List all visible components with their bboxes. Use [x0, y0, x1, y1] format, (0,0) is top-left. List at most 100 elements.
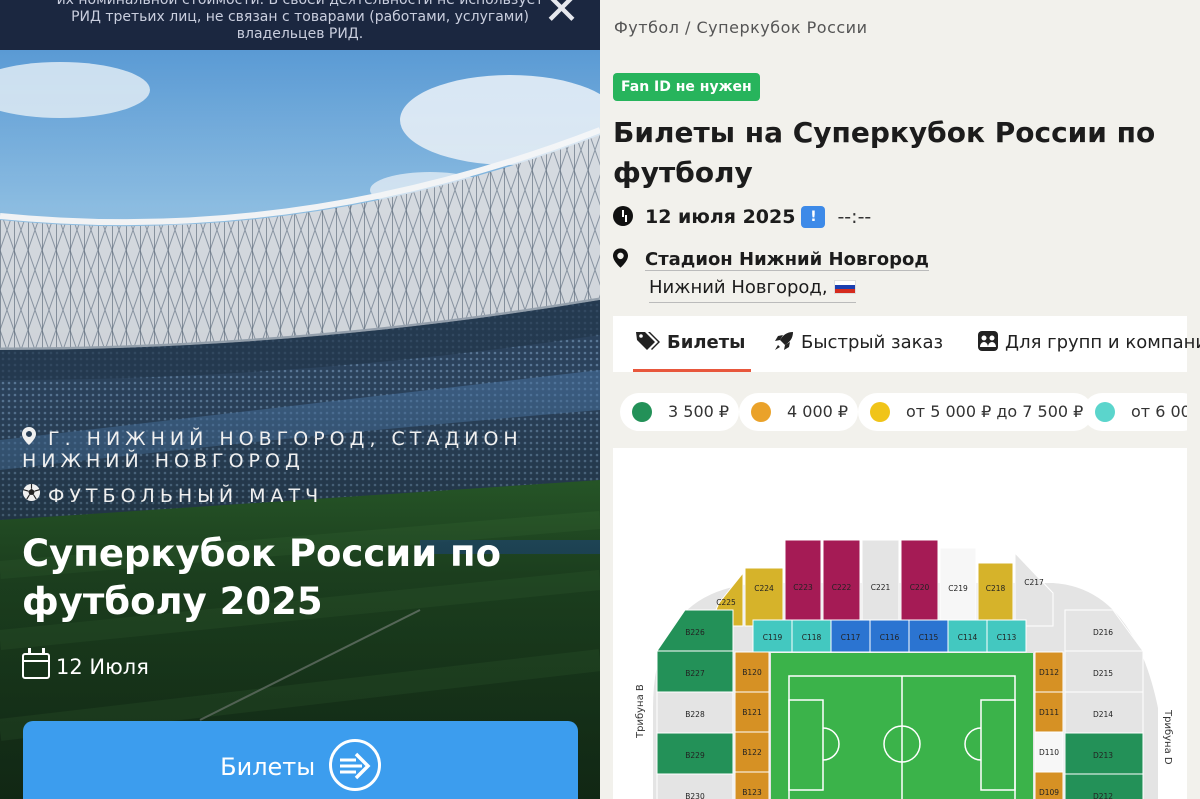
price-color-dot	[751, 402, 771, 422]
sector-d111[interactable]: D111	[1034, 691, 1064, 733]
photo-overlay	[0, 50, 600, 799]
sector-b227[interactable]: B227	[656, 650, 734, 693]
sector-c218-shape[interactable]	[977, 562, 1014, 627]
sector-c222[interactable]: C222	[822, 539, 861, 627]
breadcrumb[interactable]: Футбол / Суперкубок России	[614, 18, 867, 37]
notice-line: РИД третьих лиц, не связан с товарами (р…	[71, 9, 529, 25]
price-chip[interactable]: 4 000 ₽	[739, 393, 859, 431]
city-name: Нижний Новгород,	[649, 277, 828, 298]
sector-d112[interactable]: D112	[1034, 651, 1064, 693]
sector-d212-label: D212	[1093, 792, 1113, 799]
buy-tickets-button[interactable]: Билеты	[23, 721, 578, 799]
sector-b229-label: B229	[685, 751, 705, 760]
sector-b227-label: B227	[685, 669, 705, 678]
price-label: 3 500 ₽	[668, 402, 730, 421]
sector-d111-label: D111	[1039, 708, 1059, 717]
notice-line: владельцев РИД.	[236, 26, 364, 42]
close-icon[interactable]: ✕	[543, 0, 580, 32]
sector-c221[interactable]: C221	[861, 539, 900, 627]
sector-d213[interactable]: D213	[1064, 732, 1144, 775]
seat-map-canvas[interactable]: C225 C224 C223 C222 C221 C220 C219 C218 C217 C119…	[613, 448, 1187, 799]
tab-groups[interactable]: Для групп и компаний	[977, 316, 1200, 372]
tab-groups-label: Для групп и компаний	[1005, 332, 1200, 353]
sector-c224[interactable]: C224	[744, 567, 784, 627]
tab-quick-order[interactable]: Быстрый заказ	[773, 316, 943, 372]
sector-b226[interactable]: B226	[656, 609, 734, 652]
event-date-text: 12 июля 2025	[645, 206, 796, 228]
sector-c217-shape[interactable]	[1014, 551, 1054, 627]
sector-b228[interactable]: B228	[656, 691, 734, 734]
calendar-icon	[22, 648, 50, 679]
price-color-dot	[870, 402, 890, 422]
sector-c114-label: C114	[958, 633, 978, 642]
price-color-dot	[1095, 402, 1115, 422]
sector-c114[interactable]: C114	[947, 619, 988, 653]
sector-c119[interactable]: C119	[752, 619, 793, 653]
stadium-seat-map[interactable]: C225 C224 C223 C222 C221 C220 C219 C218 C217 C119…	[613, 448, 1187, 799]
sector-b230[interactable]: B230	[656, 773, 734, 799]
price-chip[interactable]: от 5 000 ₽ до 7 500 ₽	[858, 393, 1094, 431]
sector-b122-label: B122	[742, 748, 762, 757]
stand-d-label: Трибуна D	[1162, 709, 1173, 765]
price-chip[interactable]: от 6 00	[1083, 393, 1187, 431]
sector-b123[interactable]: B123	[734, 771, 770, 799]
sector-b120[interactable]: B120	[734, 651, 770, 693]
price-label: от 5 000 ₽ до 7 500 ₽	[906, 402, 1084, 421]
notice-line: их номинальной стоимости. В своей деятел…	[56, 0, 544, 8]
price-label: от 6 00	[1131, 402, 1187, 421]
tab-tickets[interactable]: Билеты	[633, 316, 751, 372]
sector-d216[interactable]: D216	[1064, 609, 1144, 652]
sector-c223-label: C223	[793, 583, 813, 592]
sector-d109[interactable]: D109	[1034, 771, 1064, 799]
russia-flag-icon	[833, 280, 856, 294]
sector-c219-label: C219	[948, 584, 968, 593]
sector-b229[interactable]: B229	[656, 732, 734, 775]
sector-d214[interactable]: D214	[1064, 691, 1144, 734]
sector-c117-label: C117	[841, 633, 861, 642]
venue-link[interactable]: Стадион Нижний Новгород	[645, 249, 929, 271]
sector-c224-label: C224	[754, 584, 774, 593]
sector-d215-label: D215	[1093, 669, 1113, 678]
tab-tickets-label: Билеты	[667, 332, 746, 353]
sector-c116-label: C116	[880, 633, 900, 642]
sector-c116[interactable]: C116	[869, 619, 910, 653]
event-date: 12 Июля	[22, 648, 149, 682]
event-datetime: 12 июля 2025! --:--	[613, 203, 871, 231]
price-legend: 3 500 ₽ 4 000 ₽ от 5 000 ₽ до 7 500 ₽ от…	[613, 388, 1187, 436]
sector-d110-label: D110	[1039, 748, 1059, 757]
mobile-event-view: их номинальной стоимости. В своей деятел…	[0, 0, 600, 799]
sector-c219[interactable]: C219	[939, 547, 977, 627]
group-icon	[978, 331, 998, 351]
sector-d215[interactable]: D215	[1064, 650, 1144, 693]
sector-c218[interactable]: C218	[977, 562, 1014, 627]
sector-b230-label: B230	[685, 792, 705, 799]
sector-d212[interactable]: D212	[1064, 773, 1144, 799]
sector-b122[interactable]: B122	[734, 731, 770, 773]
sector-c224-shape[interactable]	[744, 567, 784, 627]
sector-c115[interactable]: C115	[908, 619, 949, 653]
tab-bar: Билеты Быстрый заказ Для групп и компани…	[613, 316, 1200, 372]
event-type-text: Футбольный матч	[48, 485, 324, 507]
sector-c115-label: C115	[919, 633, 939, 642]
price-label: 4 000 ₽	[787, 402, 849, 421]
sector-b121[interactable]: B121	[734, 691, 770, 733]
sector-c220[interactable]: C220	[900, 539, 939, 627]
sector-c118[interactable]: C118	[791, 619, 832, 653]
sector-c217[interactable]: C217	[1014, 551, 1054, 627]
city-link[interactable]: Нижний Новгород,	[649, 274, 856, 303]
sector-d110[interactable]: D110	[1034, 731, 1064, 773]
sector-b121-label: B121	[742, 708, 762, 717]
sector-b123-label: B123	[742, 788, 762, 797]
date-alert-icon[interactable]: !	[801, 206, 826, 228]
sector-c223[interactable]: C223	[784, 539, 822, 627]
sector-c113[interactable]: C113	[986, 619, 1027, 653]
arrow-circle-icon	[328, 739, 381, 791]
sector-d213-label: D213	[1093, 751, 1113, 760]
event-type: Футбольный матч	[22, 483, 323, 507]
stand-b-label: Трибуна B	[635, 684, 646, 739]
sector-c118-label: C118	[802, 633, 822, 642]
sector-c218-label: C218	[986, 584, 1006, 593]
sector-c117[interactable]: C117	[830, 619, 871, 653]
price-chip[interactable]: 3 500 ₽	[620, 393, 740, 431]
sector-b120-label: B120	[742, 668, 762, 677]
